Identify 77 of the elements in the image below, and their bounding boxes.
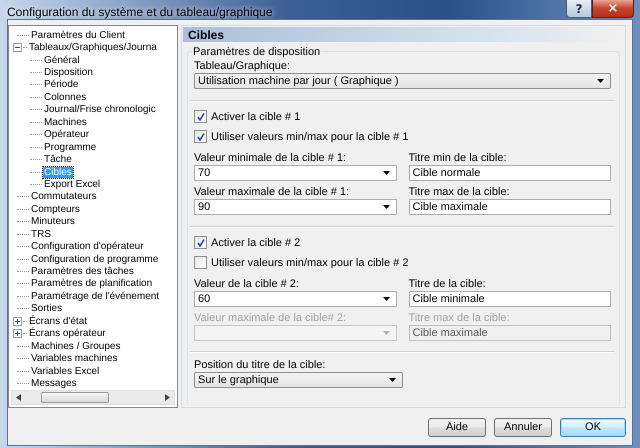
horizontal-scrollbar[interactable] (11, 390, 175, 405)
field-label: Titre de la cible: (408, 278, 487, 290)
caret-icon (382, 205, 390, 209)
window-title: Configuration du système et du tableau/graphique (7, 4, 274, 19)
dropdown[interactable]: 60 (194, 291, 396, 307)
tree-item[interactable]: Paramètres des tâches (30, 266, 135, 278)
checkbox[interactable] (194, 110, 207, 123)
dropdown[interactable]: 90 (194, 199, 396, 215)
tree-item[interactable]: Commutateurs (30, 191, 98, 202)
tree-item[interactable]: Paramétrage de l'événement (30, 290, 160, 302)
scrollbar-thumb[interactable] (41, 392, 109, 403)
check-icon (196, 132, 204, 140)
tree-item[interactable]: Messages (30, 378, 78, 389)
checkbox-label[interactable]: Utiliser valeurs min/max pour la cible # 1 (211, 130, 408, 142)
dialog-button[interactable]: Annuler (494, 418, 552, 437)
dropdown[interactable]: 70 (194, 165, 396, 181)
dropdown[interactable]: Utilisation machine par jour ( Graphique ) (194, 73, 611, 89)
checkbox-label[interactable]: Activer la cible # 2 (211, 236, 300, 248)
tree-item[interactable]: Programme (43, 142, 98, 153)
check-icon (196, 112, 204, 120)
tree-item[interactable]: Écrans d'état (28, 316, 88, 327)
checkbox-label[interactable]: Activer la cible # 1 (211, 110, 300, 122)
checkbox[interactable] (194, 256, 207, 269)
tree-item[interactable]: Paramètres de planification (30, 278, 154, 290)
tree-item[interactable]: Machines / Groupes (30, 340, 122, 352)
tree-item[interactable]: Machines (43, 116, 88, 128)
check-icon (196, 238, 204, 246)
tree-item[interactable]: Général (43, 54, 81, 66)
tree-item[interactable]: Paramètres du Client (30, 30, 126, 41)
tree-item[interactable]: Opérateur (43, 129, 90, 140)
checkbox-label[interactable]: Utiliser valeurs min/max pour la cible # 2 (211, 256, 408, 268)
text-field[interactable]: Cible maximale (408, 199, 611, 215)
field-label: Position du titre de la cible: (194, 359, 326, 371)
caret-icon (382, 331, 390, 335)
tree-item[interactable]: Compteurs (30, 204, 81, 215)
dialog-button[interactable]: Aide (428, 418, 486, 437)
caret-icon (597, 79, 604, 83)
scroll-left-icon[interactable] (16, 394, 21, 401)
dialog-button[interactable]: OK (560, 418, 626, 437)
checkbox[interactable] (194, 130, 207, 143)
text-field[interactable]: Cible normale (408, 165, 611, 181)
tree-item[interactable]: Sorties (30, 303, 64, 314)
tree-item[interactable]: Variables machines (30, 353, 119, 364)
close-button[interactable]: × (592, 0, 634, 18)
tree-item[interactable]: Période (43, 79, 80, 90)
tree-item[interactable]: Variables Excel (30, 366, 100, 377)
tree-item[interactable]: Tâche (43, 154, 73, 166)
tree-item[interactable]: Export Excel (43, 178, 102, 190)
field-label: Titre max de la cible: (408, 312, 511, 324)
caret-icon (388, 378, 396, 382)
group-title: Paramètres de disposition (192, 46, 322, 58)
caret-icon (382, 297, 390, 301)
field-label: Titre max de la cible: (408, 186, 511, 198)
expand-icon[interactable] (13, 316, 22, 326)
field-label: Valeur maximale de la cible# 2: (194, 312, 348, 324)
field-label: Valeur maximale de la cible # 1: (194, 186, 350, 198)
tree-item[interactable]: Journal/Frise chronologic (43, 104, 157, 116)
tree-item[interactable]: Configuration d'opérateur (30, 241, 145, 252)
text-field[interactable]: Cible minimale (408, 291, 611, 307)
tree-item[interactable]: Colonnes (43, 92, 88, 103)
field-label: Valeur minimale de la cible # 1: (194, 152, 348, 164)
collapse-icon[interactable] (13, 43, 22, 52)
tree-item[interactable]: Écrans opérateur (28, 328, 107, 340)
help-button[interactable]: ? (566, 0, 592, 18)
tree-item[interactable]: Configuration de programme (30, 254, 160, 265)
dropdown[interactable]: Sur le graphique (194, 372, 402, 388)
caret-icon (382, 171, 390, 175)
tree-item[interactable]: Tableaux/Graphiques/Journa (28, 42, 158, 54)
expand-icon[interactable] (13, 329, 22, 338)
field-label: Valeur de la cible # 2: (194, 278, 300, 290)
field-label: Titre min de la cible: (408, 152, 508, 164)
scroll-right-icon[interactable] (165, 394, 170, 401)
tree-item[interactable]: Disposition (43, 67, 94, 78)
field-label: Tableau/Graphique: (194, 60, 292, 72)
tree-item[interactable]: Minuteurs (30, 216, 76, 228)
checkbox[interactable] (194, 236, 207, 249)
tree-item[interactable]: TRS (30, 228, 52, 240)
